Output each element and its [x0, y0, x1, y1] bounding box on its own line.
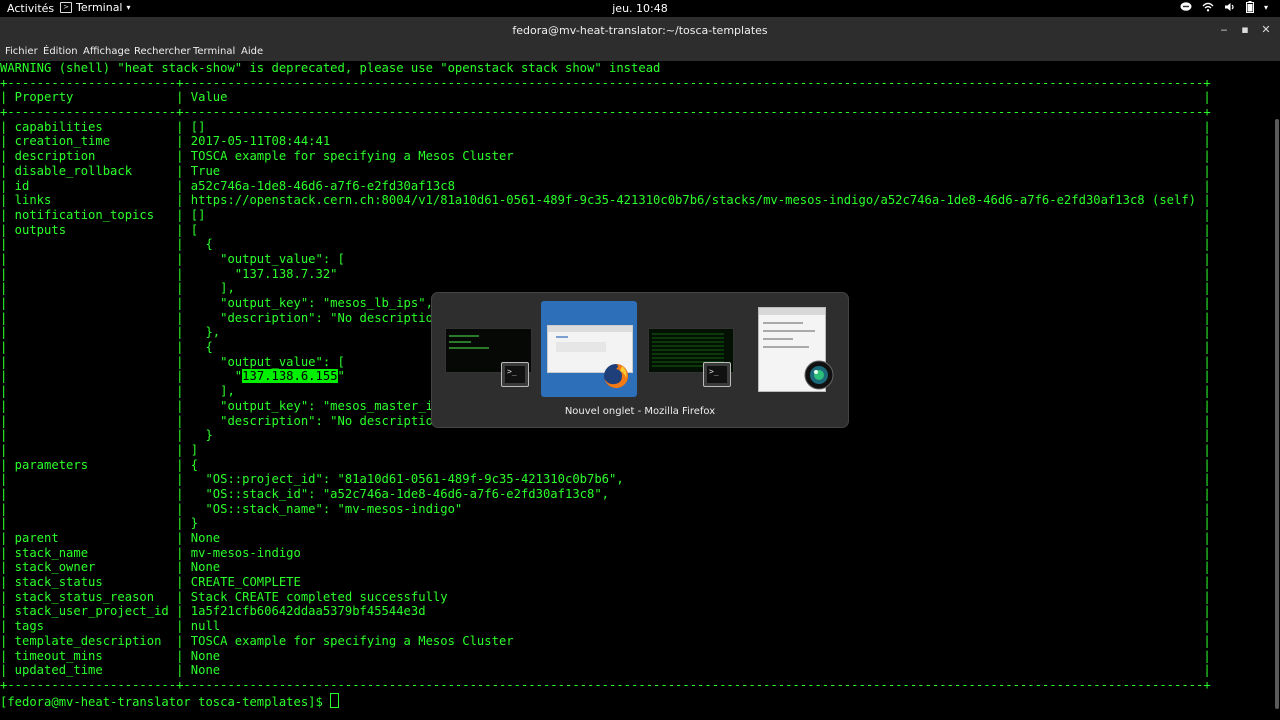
- scrollbar-thumb[interactable]: [1275, 119, 1279, 709]
- menu-edition[interactable]: Édition: [43, 46, 78, 57]
- table-header: | Property | Value |: [0, 90, 1211, 105]
- switcher-item-image-viewer[interactable]: [746, 302, 842, 398]
- menu-bar: Fichier Édition Affichage Rechercher Ter…: [0, 43, 1280, 61]
- maximize-button[interactable]: ▪: [1238, 23, 1252, 37]
- minimize-button[interactable]: ‒: [1217, 23, 1231, 37]
- close-button[interactable]: ✕: [1259, 23, 1273, 37]
- warning-line: WARNING (shell) "heat stack-show" is dep…: [0, 61, 661, 75]
- battery-icon: [1245, 1, 1254, 13]
- table-row: | | } |: [0, 516, 1211, 531]
- chat-icon: [1180, 2, 1192, 12]
- terminal-scrollbar[interactable]: [1274, 62, 1280, 717]
- top-bar: Activités > Terminal ▾ jeu. 10:48 ▾: [0, 0, 1280, 17]
- terminal-icon: >_: [703, 362, 731, 387]
- switcher-selected-label: Nouvel onglet - Mozilla Firefox: [564, 406, 716, 417]
- firefox-icon: [602, 362, 630, 390]
- table-row: | stack_owner | None |: [0, 560, 1211, 575]
- chevron-down-icon: ▾: [126, 3, 131, 12]
- table-row: | stack_name | mv-mesos-indigo |: [0, 545, 1211, 560]
- table-row: | stack_status_reason | Stack CREATE com…: [0, 589, 1211, 604]
- table-row: | stack_status | CREATE_COMPLETE |: [0, 575, 1211, 590]
- table-row: | outputs | [ |: [0, 222, 1211, 237]
- chevron-down-icon: ▾: [1263, 2, 1268, 12]
- volume-icon: [1224, 2, 1236, 12]
- menu-affichage[interactable]: Affichage: [83, 46, 130, 57]
- table-row: | links | https://openstack.cern.ch:8004…: [0, 193, 1211, 208]
- table-row: | parameters | { |: [0, 457, 1211, 472]
- system-menu[interactable]: ▾: [1180, 1, 1268, 13]
- switcher-item-firefox[interactable]: [541, 301, 637, 397]
- table-row: | capabilities | [] |: [0, 119, 1211, 134]
- table-row: | timeout_mins | None |: [0, 648, 1211, 663]
- window-switcher: >_ >_ Nouvel onglet - Mozilla Firefox: [432, 293, 848, 427]
- table-row: | creation_time | 2017-05-11T08:44:41 |: [0, 134, 1211, 149]
- terminal-icon: >_: [501, 362, 529, 387]
- table-row: | | "OS::stack_name": "mv-mesos-indigo" …: [0, 501, 1211, 516]
- table-row: | | ] |: [0, 442, 1211, 457]
- table-row: | | "OS::stack_id": "a52c746a-1de8-46d6-…: [0, 486, 1211, 501]
- menu-fichier[interactable]: Fichier: [5, 46, 38, 57]
- table-row: | updated_time | None |: [0, 663, 1211, 678]
- table-row: | | { |: [0, 237, 1211, 252]
- table-row: | template_description | TOSCA example f…: [0, 633, 1211, 648]
- table-row: | description | TOSCA example for specif…: [0, 149, 1211, 164]
- app-menu-button[interactable]: > Terminal ▾: [60, 1, 131, 14]
- clock[interactable]: jeu. 10:48: [0, 2, 1280, 15]
- table-row: | tags | null |: [0, 619, 1211, 634]
- switcher-item-terminal-1[interactable]: >_: [440, 302, 536, 398]
- switcher-item-terminal-2[interactable]: >_: [642, 302, 738, 398]
- camera-lens-icon: [804, 360, 834, 390]
- selected-text: 137.138.6.155: [242, 369, 338, 384]
- table-row: | notification_topics | [] |: [0, 207, 1211, 222]
- window-titlebar[interactable]: fedora@mv-heat-translator:~/tosca-templa…: [0, 17, 1280, 43]
- shell-prompt[interactable]: [fedora@mv-heat-translator tosca-templat…: [0, 692, 340, 709]
- table-row: | parent | None |: [0, 531, 1211, 545]
- app-menu-label: Terminal: [76, 1, 123, 14]
- menu-aide[interactable]: Aide: [241, 46, 263, 57]
- table-row: | | "output_value": [ |: [0, 251, 1211, 266]
- window-title: fedora@mv-heat-translator:~/tosca-templa…: [512, 24, 768, 37]
- table-row: | id | a52c746a-1de8-46d6-a7f6-e2fd30af1…: [0, 178, 1211, 193]
- wifi-icon: [1202, 2, 1214, 12]
- table-row: | | "137.138.7.32" |: [0, 266, 1211, 281]
- table-row: | disable_rollback | True |: [0, 163, 1211, 178]
- table-row: | | } |: [0, 428, 1211, 443]
- text-cursor: [330, 692, 340, 708]
- table-row: | | "OS::project_id": "81a10d61-0561-489…: [0, 472, 1211, 487]
- table-row: | stack_user_project_id | 1a5f21cfb60642…: [0, 604, 1211, 619]
- activities-button[interactable]: Activités: [7, 2, 54, 15]
- menu-rechercher[interactable]: Rechercher: [134, 46, 191, 57]
- menu-terminal[interactable]: Terminal: [193, 46, 235, 57]
- terminal-icon: >: [60, 2, 72, 13]
